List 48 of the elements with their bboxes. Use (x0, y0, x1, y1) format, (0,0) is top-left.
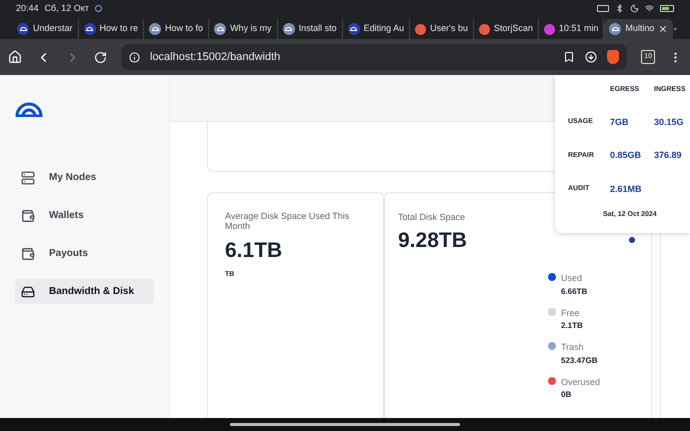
legend-label: Overused (561, 376, 600, 388)
home-icon[interactable] (8, 50, 22, 64)
card-value: 6.1TB (225, 238, 284, 264)
shield-icon[interactable] (607, 50, 620, 64)
bookmark-icon[interactable] (563, 51, 576, 63)
cloud-favicon-icon (149, 23, 162, 35)
status-date: Сб, 12 Окт (44, 2, 89, 15)
nav-item[interactable]: Bandwidth & Disk (15, 279, 154, 304)
cloud-favicon-icon (609, 23, 622, 35)
moon-icon (630, 4, 639, 13)
info-icon[interactable] (129, 52, 140, 62)
wallet-icon (21, 246, 35, 260)
legend-label: Used (561, 272, 584, 285)
cloud-favicon-icon (214, 23, 226, 35)
cloud-favicon-icon (348, 23, 360, 35)
nav-item[interactable]: Wallets (15, 203, 154, 228)
legend-label: Trash (561, 341, 585, 354)
legend-label: Free (561, 306, 581, 320)
card-value: 9.28TB (398, 228, 467, 254)
card-title: Total Disk Space (398, 211, 466, 224)
server-icon (21, 170, 35, 184)
card-title: Average Disk Space Used This Month (225, 211, 350, 231)
cloud-favicon-icon (17, 23, 29, 35)
vpn-icon (597, 5, 609, 12)
address-field[interactable]: localhost:15002/bandwidth (121, 44, 628, 70)
tooltip-value: 376.89 (654, 149, 683, 162)
legend-value: 523.47GB (561, 354, 598, 366)
legend-value: 0B (561, 389, 572, 401)
wifi-icon (645, 4, 654, 13)
download-icon[interactable] (585, 51, 598, 63)
cloud-favicon-icon (84, 23, 96, 35)
nav-item[interactable]: My Nodes (15, 165, 154, 190)
notification-icon (94, 5, 102, 12)
battery-icon (660, 5, 674, 12)
legend-value: 6.66TB (561, 286, 588, 298)
bluetooth-icon (615, 4, 624, 13)
close-icon[interactable] (658, 24, 668, 34)
cloud-favicon-icon (282, 23, 295, 35)
reload-icon[interactable] (94, 50, 107, 64)
legend-value: 2.1TB (561, 320, 583, 332)
wallet-icon (21, 208, 35, 222)
status-time: 20:44 (16, 2, 39, 15)
nav-item[interactable]: Payouts (15, 241, 154, 266)
tooltip-value: 0.85GB (610, 149, 642, 162)
tooltip-value: 30.15G (654, 116, 685, 128)
tooltip-value: 7GB (610, 116, 630, 128)
browser-tab[interactable]: Multino (604, 19, 674, 39)
tooltip-value: 2.61MB (610, 182, 643, 196)
